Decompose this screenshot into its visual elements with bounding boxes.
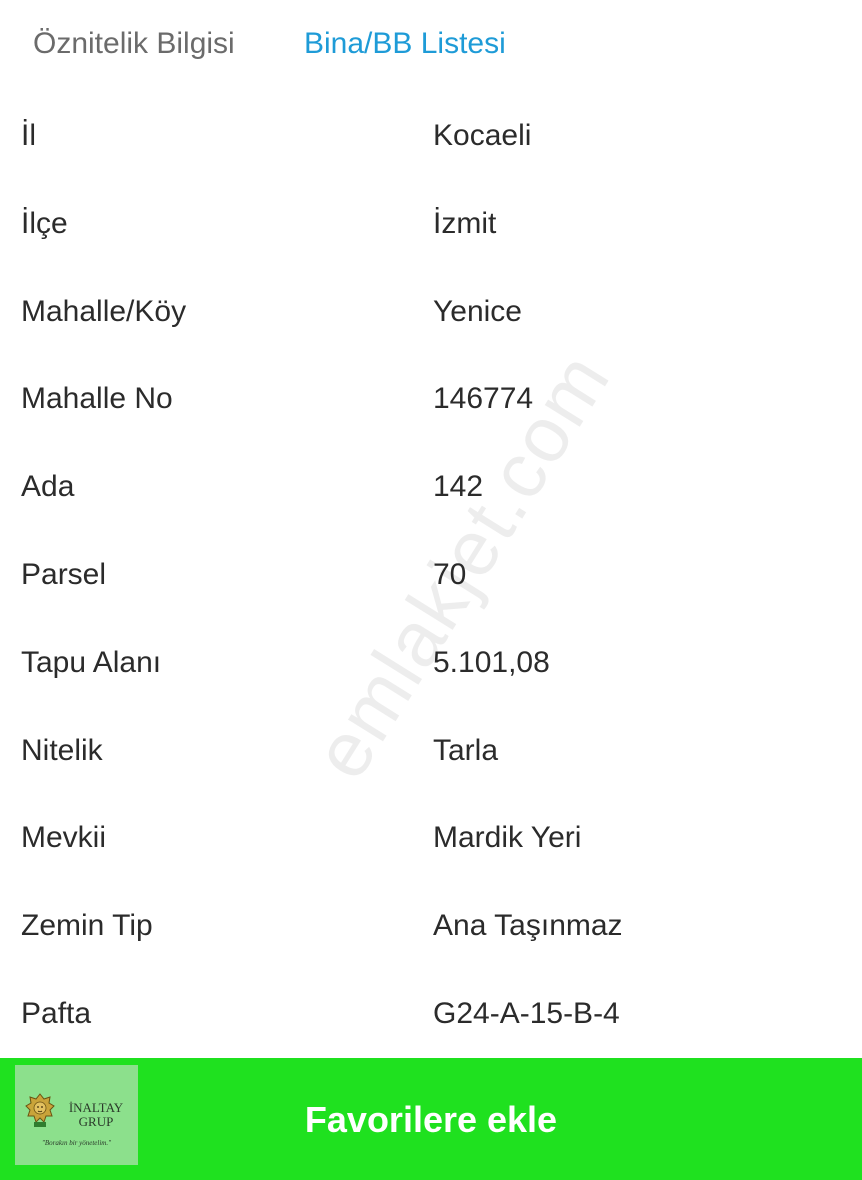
parcel-info-screen: Öznitelik Bilgisi Bina/BB Listesi İl Koc… [0,0,862,1180]
attribute-row-nitelik: Nitelik Tarla [0,707,862,795]
attribute-label: İlçe [21,206,68,240]
attribute-label: Parsel [21,557,107,591]
attribute-value: Tarla [433,733,499,767]
attribute-label: İl [21,119,36,152]
attribute-label: Zemin Tip [21,909,153,943]
attribute-value: Yenice [433,294,522,328]
tab-building-list[interactable]: Bina/BB Listesi [304,22,506,66]
attribute-label: Mevkii [21,821,107,855]
add-to-favorites-button[interactable]: İNALTAY GRUP "Borakın bir yönetelim." Fa… [0,1058,862,1180]
attribute-label: Ada [21,470,75,504]
attribute-value: 146774 [433,382,534,416]
attribute-value: Mardik Yeri [433,821,582,855]
attribute-list: İl Kocaeli İlçe İzmit Mahalle/Köy Yenice… [0,92,862,1058]
attribute-value: İzmit [433,206,497,240]
attribute-row-ada: Ada 142 [0,443,862,531]
tab-attributes[interactable]: Öznitelik Bilgisi [33,22,235,66]
tab-bar: Öznitelik Bilgisi Bina/BB Listesi [0,0,862,90]
attribute-value: 70 [433,557,467,591]
attribute-value: G24-A-15-B-4 [433,996,620,1030]
attribute-row-mahalle-no: Mahalle No 146774 [0,355,862,443]
attribute-row-ilce: İlçe İzmit [0,180,862,268]
attribute-value: 5.101,08 [433,645,550,679]
attribute-value: Kocaeli [433,119,532,152]
attribute-label: Mahalle No [21,382,173,416]
attribute-row-parsel: Parsel 70 [0,531,862,619]
attribute-value: 142 [433,470,484,504]
attribute-row-mevkii: Mevkii Mardik Yeri [0,794,862,882]
attribute-value: Ana Taşınmaz [433,909,623,943]
attribute-row-pafta: Pafta G24-A-15-B-4 [0,970,862,1058]
attribute-label: Pafta [21,996,92,1030]
attribute-label: Nitelik [21,733,103,767]
attribute-row-il: İl Kocaeli [0,92,862,180]
attribute-label: Tapu Alanı [21,645,162,679]
attribute-label: Mahalle/Köy [21,294,187,328]
attribute-row-mahalle-koy: Mahalle/Köy Yenice [0,268,862,356]
attribute-row-zemin-tip: Zemin Tip Ana Taşınmaz [0,882,862,970]
attribute-row-tapu-alani: Tapu Alanı 5.101,08 [0,619,862,707]
add-to-favorites-label: Favorilere ekle [304,1099,558,1140]
